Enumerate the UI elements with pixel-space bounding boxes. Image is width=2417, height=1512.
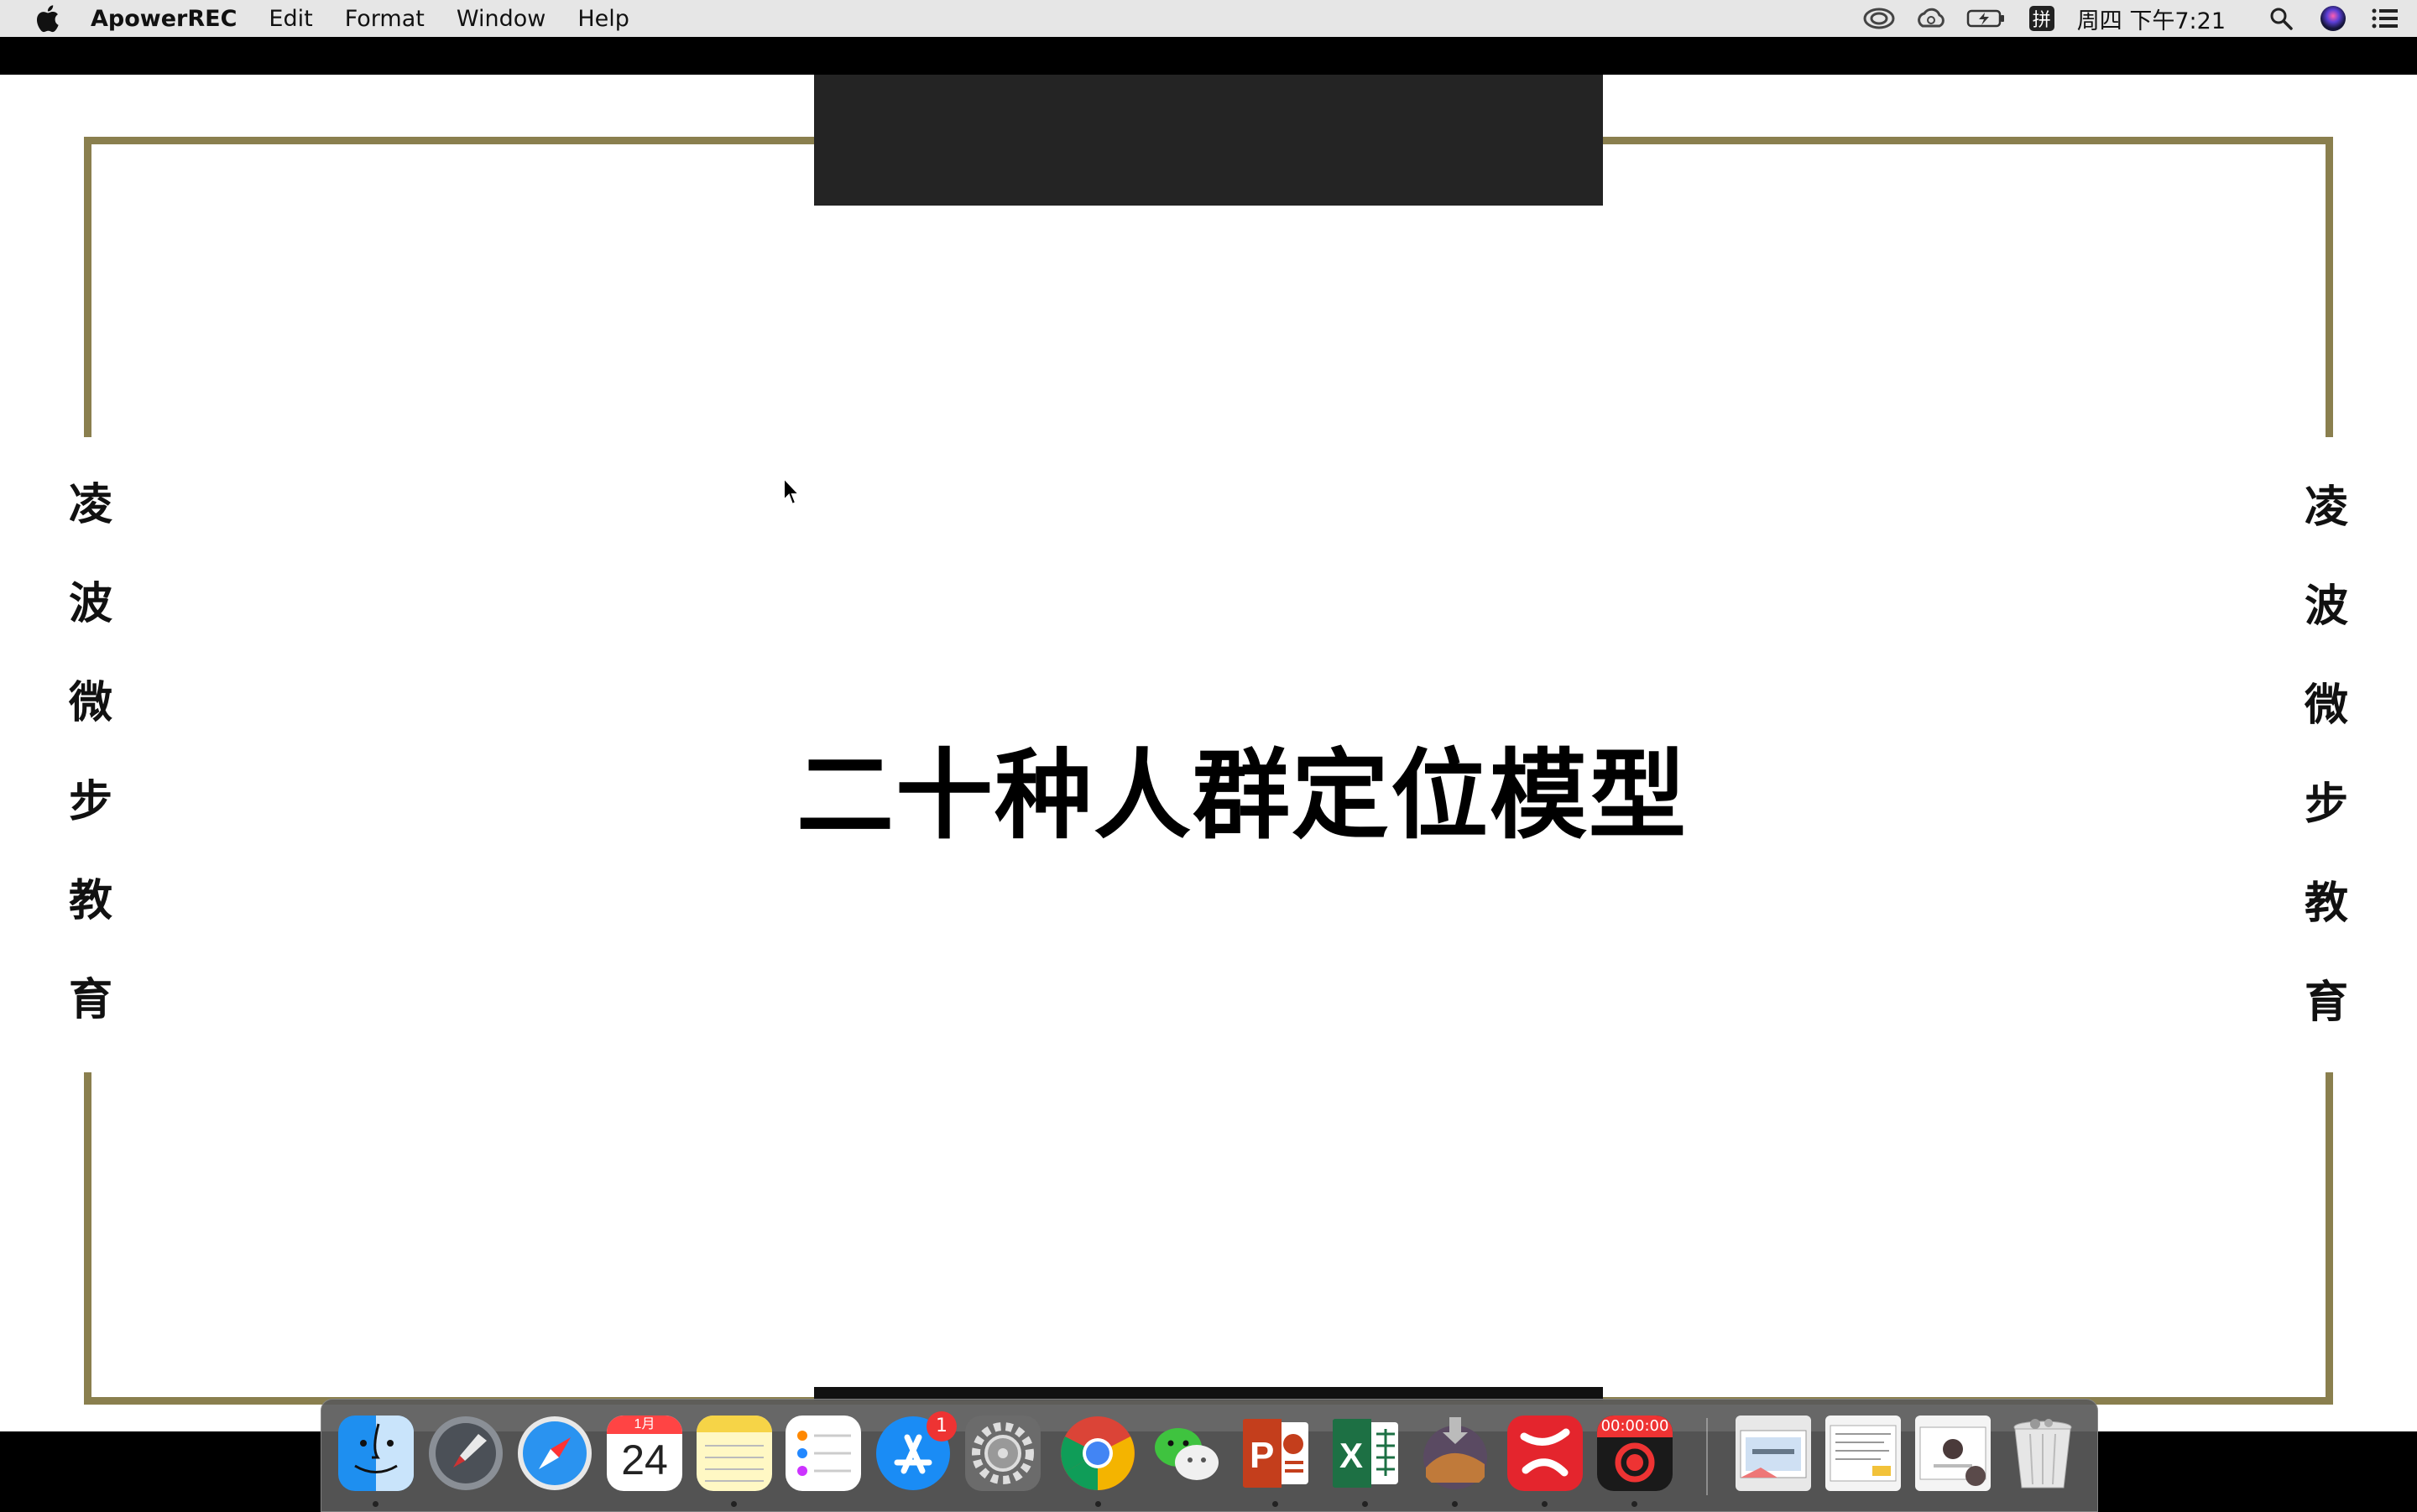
reminders-icon[interactable]: [786, 1416, 861, 1491]
running-indicator: [731, 1501, 737, 1507]
finder-icon[interactable]: [338, 1416, 414, 1491]
apple-menu-icon[interactable]: [30, 0, 64, 37]
wechat-icon[interactable]: [1148, 1416, 1224, 1491]
vertical-char: 凌: [2304, 482, 2348, 533]
vertical-char: 育: [2304, 977, 2348, 1028]
menubar-clock[interactable]: 周四 下午7:21: [2077, 3, 2226, 35]
dock-divider: [1706, 1418, 1708, 1495]
recorder-timer: 00:00:00: [1597, 1416, 1673, 1437]
frame-right-lower-line: [2326, 1072, 2333, 1405]
recent-photo-icon[interactable]: [1915, 1416, 1991, 1491]
recent-screenshot-icon[interactable]: [1736, 1416, 1811, 1491]
svg-text:X: X: [1339, 1436, 1363, 1475]
vertical-char: 凌: [68, 479, 112, 530]
vertical-char: 教: [2304, 878, 2348, 929]
notes-icon[interactable]: [697, 1416, 772, 1491]
top-dark-block: [814, 75, 1603, 206]
apowerrec-icon[interactable]: 00:00:00: [1597, 1416, 1673, 1491]
cloud-sync-icon[interactable]: [1914, 0, 1948, 37]
safari-icon[interactable]: [517, 1416, 593, 1491]
vertical-char: 波: [68, 578, 112, 629]
svg-text:P: P: [1250, 1435, 1274, 1476]
excel-icon[interactable]: X: [1328, 1416, 1403, 1491]
menu-help[interactable]: Help: [577, 6, 629, 32]
slide-title: 二十种人群定位模型: [796, 739, 1688, 852]
menu-bar: ApowerREC Edit Format Window Help 拼 周四 下…: [0, 0, 2417, 37]
vertical-char: 教: [68, 875, 112, 926]
menu-edit[interactable]: Edit: [269, 6, 312, 32]
input-method-pinyin-icon[interactable]: 拼: [2025, 0, 2059, 37]
notification-center-icon[interactable]: [2368, 0, 2402, 37]
running-indicator: [1095, 1501, 1101, 1507]
calendar-icon[interactable]: 1月 24: [607, 1416, 682, 1491]
running-indicator: [1542, 1501, 1548, 1507]
calendar-day: 24: [621, 1436, 668, 1483]
launchpad-icon[interactable]: [428, 1416, 504, 1491]
menu-app-name[interactable]: ApowerREC: [91, 6, 237, 32]
recent-document-icon[interactable]: [1825, 1416, 1901, 1491]
xmind-icon[interactable]: [1507, 1416, 1583, 1491]
dock: 1月 24 1 P X 00:00:00: [321, 1399, 2098, 1512]
creative-cloud-icon[interactable]: [1862, 0, 1896, 37]
frame-left-upper-line: [84, 137, 91, 437]
top-letterbox: [0, 37, 2417, 75]
running-indicator: [1362, 1501, 1368, 1507]
running-indicator: [1631, 1501, 1637, 1507]
menu-window[interactable]: Window: [457, 6, 546, 32]
siri-icon[interactable]: [2316, 0, 2350, 37]
vertical-char: 育: [68, 974, 112, 1025]
chrome-icon[interactable]: [1060, 1416, 1135, 1491]
powerpoint-icon[interactable]: P: [1238, 1416, 1313, 1491]
spotlight-search-icon[interactable]: [2264, 0, 2298, 37]
mouse-pointer-icon: [782, 476, 802, 511]
battery-charging-icon[interactable]: [1966, 0, 2007, 37]
input-method-label: 拼: [2028, 6, 2054, 31]
frame-left-lower-line: [84, 1072, 91, 1405]
app-store-badge: 1: [927, 1411, 957, 1442]
running-indicator: [373, 1501, 378, 1507]
trash-icon[interactable]: [2005, 1416, 2080, 1491]
menu-format[interactable]: Format: [345, 6, 425, 32]
running-indicator: [1452, 1501, 1458, 1507]
running-indicator: [1272, 1501, 1278, 1507]
frame-right-upper-line: [2326, 137, 2333, 437]
calendar-month: 1月: [607, 1416, 682, 1434]
system-preferences-icon[interactable]: [965, 1416, 1041, 1491]
macos-installer-icon[interactable]: [1417, 1416, 1493, 1491]
vertical-char: 波: [2304, 581, 2348, 632]
presentation-slide: 凌 波 微 步 教 育 凌 波 微 步 教 育 二十种人群定位模型: [0, 75, 2417, 1431]
